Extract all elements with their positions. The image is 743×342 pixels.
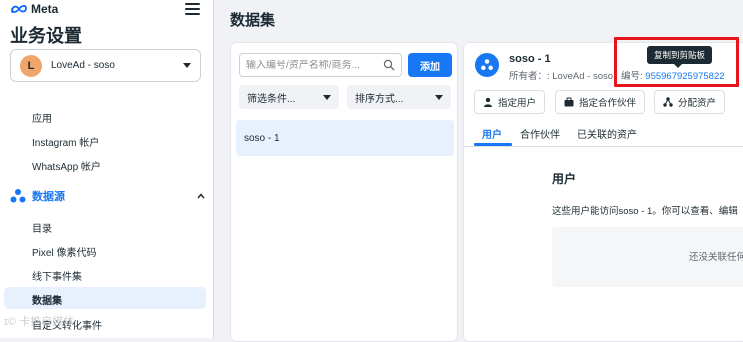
sort-dropdown[interactable]: 排序方式...	[347, 85, 451, 109]
sort-label: 排序方式...	[355, 93, 404, 105]
dataset-detail-panel: soso - 1 所有者：: LoveAd - soso 编号: 9559679…	[463, 42, 743, 342]
brand[interactable]: Meta	[10, 2, 58, 16]
sidebar-group-label: 数据源	[32, 191, 65, 203]
users-section-title: 用户	[552, 172, 577, 186]
users-section-description: 这些用户能访问soso - 1。你可以查看、编辑	[552, 206, 738, 217]
account-selector[interactable]: L LoveAd - soso	[10, 49, 201, 82]
assign-assets-label: 分配资产	[678, 98, 717, 109]
dataset-id-link[interactable]: 955967925975822	[645, 71, 724, 82]
assign-partner-label: 指定合作伙伴	[579, 98, 637, 109]
tab-partners[interactable]: 合作伙伴	[520, 126, 560, 141]
copy-tooltip: 复制到剪贴板	[647, 46, 713, 68]
search-box[interactable]	[239, 53, 402, 77]
dataset-list-panel: 添加 筛选条件... 排序方式... soso - 1	[230, 42, 458, 342]
sidebar-item-pixel[interactable]: Pixel 像素代码	[32, 244, 96, 259]
filter-label: 筛选条件...	[247, 93, 296, 105]
account-name: LoveAd - soso	[51, 60, 115, 71]
caret-down-icon	[323, 94, 331, 100]
dataset-icon	[475, 53, 499, 77]
meta-logo-icon	[11, 5, 27, 13]
assign-partner-button[interactable]: 指定合作伙伴	[555, 90, 646, 114]
sidebar-item-catalog[interactable]: 目录	[32, 220, 52, 235]
search-icon[interactable]	[383, 59, 395, 71]
chevron-up-icon	[197, 193, 205, 199]
sidebar-item-offline-events[interactable]: 线下事件集	[32, 268, 82, 283]
brand-name: Meta	[31, 2, 59, 16]
sidebar-item-apps[interactable]: 应用	[32, 110, 52, 125]
briefcase-icon	[564, 97, 574, 107]
caret-down-icon	[435, 94, 443, 100]
assign-user-label: 指定用户	[498, 98, 537, 109]
search-input[interactable]	[246, 59, 383, 71]
assign-user-button[interactable]: 指定用户	[474, 90, 546, 114]
sidebar-item-whatsapp[interactable]: WhatsApp 帐户	[32, 158, 101, 173]
sidebar-item-instagram[interactable]: Instagram 帐户	[32, 134, 99, 149]
hamburger-menu-icon[interactable]	[185, 3, 200, 15]
person-icon	[484, 97, 492, 107]
avatar: L	[20, 54, 42, 77]
page-title: 数据集	[230, 12, 276, 29]
dataset-name: soso - 1	[509, 53, 551, 65]
empty-state-text: 还没关联任何	[689, 252, 743, 263]
list-item[interactable]: soso - 1	[236, 120, 454, 156]
add-button[interactable]: 添加	[408, 53, 452, 77]
filter-dropdown[interactable]: 筛选条件...	[239, 85, 339, 109]
page-section-title: 业务设置	[10, 26, 82, 46]
empty-state: 还没关联任何	[552, 227, 743, 287]
dataset-owner: 所有者：: LoveAd - soso	[509, 71, 614, 82]
watermark: ɪ© 卡推自媒体	[4, 316, 75, 328]
data-sources-icon	[481, 59, 493, 71]
sidebar-item-label: 数据集	[32, 296, 62, 307]
tab-linked-assets[interactable]: 已关联的资产	[577, 126, 637, 141]
data-sources-icon	[10, 189, 26, 203]
sidebar-item-datasets[interactable]: 数据集	[4, 287, 206, 309]
assign-assets-button[interactable]: 分配资产	[654, 90, 726, 114]
dataset-id: 编号: 955967925975822	[621, 68, 725, 82]
sidebar: Meta 业务设置 L LoveAd - soso 应用 Instagram 帐…	[0, 0, 214, 338]
sidebar-group-data-sources[interactable]: 数据源	[10, 186, 205, 206]
tab-users[interactable]: 用户	[482, 126, 502, 141]
tab-divider	[464, 146, 743, 147]
caret-down-icon	[183, 63, 191, 68]
share-icon	[663, 97, 673, 107]
dataset-id-label: 编号:	[621, 71, 646, 82]
